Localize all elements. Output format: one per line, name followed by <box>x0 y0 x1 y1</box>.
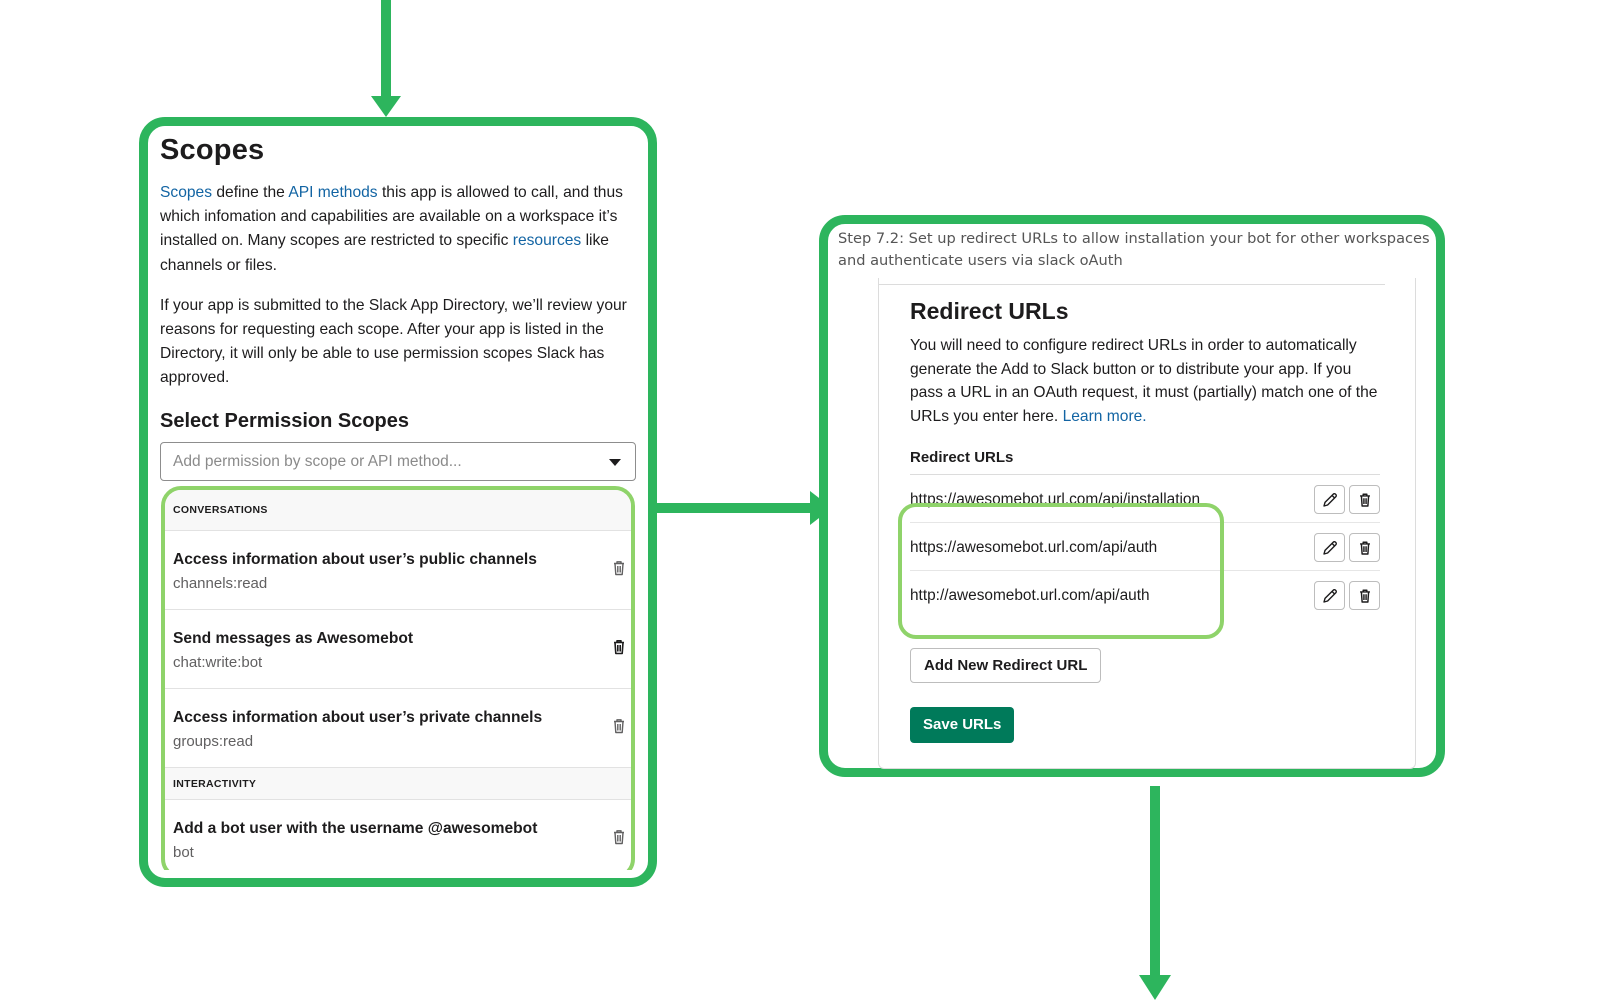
scopes-panel-highlight: Scopes Scopes define the API methods thi… <box>139 117 657 887</box>
intro-text-1: define the <box>212 184 289 201</box>
delete-url-button[interactable] <box>1349 533 1380 563</box>
scopes-panel: Scopes Scopes define the API methods thi… <box>160 134 636 870</box>
scopes-title: Scopes <box>160 134 265 166</box>
trash-icon <box>1359 589 1370 603</box>
review-note: If your app is submitted to the Slack Ap… <box>160 296 627 387</box>
card-divider <box>879 284 1385 285</box>
trash-icon <box>1359 541 1370 555</box>
redirect-url-row: https://awesomebot.url.com/api/installat… <box>910 475 1380 524</box>
pencil-icon <box>1322 540 1337 555</box>
permission-scope-select[interactable]: Add permission by scope or API method... <box>160 441 636 481</box>
trash-icon[interactable] <box>609 637 629 657</box>
resources-link[interactable]: resources <box>513 232 581 249</box>
permission-scope-placeholder: Add permission by scope or API method... <box>173 452 462 470</box>
trash-icon[interactable] <box>609 558 629 578</box>
scope-description: Access information about user’s private … <box>173 709 543 726</box>
add-redirect-url-button[interactable]: Add New Redirect URL <box>910 648 1102 683</box>
pencil-icon <box>1322 492 1337 507</box>
step-note: Step 7.2: Set up redirect URLs to allow … <box>838 230 1430 269</box>
scope-row: Send messages as Awesomebot chat:write:b… <box>165 610 631 689</box>
api-methods-link[interactable]: API methods <box>288 184 377 201</box>
section-heading-conversations: CONVERSATIONS <box>165 490 631 531</box>
edit-url-button[interactable] <box>1314 485 1345 515</box>
redirect-card: Redirect URLs You will need to configure… <box>878 278 1416 769</box>
arrow-into-scopes <box>371 0 401 117</box>
pencil-icon <box>1322 588 1337 603</box>
redirect-url: http://awesomebot.url.com/api/auth <box>910 587 1150 605</box>
edit-url-button[interactable] <box>1314 533 1345 563</box>
redirect-card-body: Redirect URLs You will need to configure… <box>898 298 1380 743</box>
trash-icon[interactable] <box>609 716 629 736</box>
redirect-urls-label: Redirect URLs <box>910 449 1380 476</box>
scopes-link[interactable]: Scopes <box>160 184 212 201</box>
scope-description: Access information about user’s public c… <box>173 551 537 568</box>
redirect-url: https://awesomebot.url.com/api/installat… <box>910 491 1201 509</box>
select-permission-scopes-heading: Select Permission Scopes <box>160 409 410 432</box>
redirect-url-row: https://awesomebot.url.com/api/auth <box>910 523 1380 572</box>
redirect-url: https://awesomebot.url.com/api/auth <box>910 539 1158 557</box>
delete-url-button[interactable] <box>1349 485 1380 515</box>
scope-name: channels:read <box>173 575 268 592</box>
redirect-url-row: http://awesomebot.url.com/api/auth <box>910 571 1380 619</box>
scope-description: Add a bot user with the username @awesom… <box>173 820 538 837</box>
learn-more-link[interactable]: Learn more. <box>1063 408 1147 425</box>
section-heading-interactivity: INTERACTIVITY <box>165 768 631 800</box>
redirect-panel-highlight: Step 7.2: Set up redirect URLs to allow … <box>819 215 1445 777</box>
scope-row: Access information about user’s private … <box>165 689 631 768</box>
scope-row: Access information about user’s public c… <box>165 531 631 610</box>
delete-url-button[interactable] <box>1349 581 1380 611</box>
scope-name: chat:write:bot <box>173 654 263 671</box>
edit-url-button[interactable] <box>1314 581 1345 611</box>
scope-row: Add a bot user with the username @awesom… <box>165 800 631 870</box>
scope-name: bot <box>173 844 194 861</box>
trash-icon[interactable] <box>609 827 629 847</box>
chevron-down-icon <box>609 458 621 466</box>
scope-description: Send messages as Awesomebot <box>173 630 414 647</box>
save-urls-button[interactable]: Save URLs <box>910 707 1015 743</box>
arrow-out-of-redirect <box>1139 786 1171 1000</box>
arrow-scopes-to-redirect <box>657 491 832 525</box>
scope-list-highlight: CONVERSATIONS Access information about u… <box>161 486 635 870</box>
redirect-urls-title: Redirect URLs <box>910 298 1069 324</box>
redirect-description: You will need to configure redirect URLs… <box>910 334 1380 428</box>
trash-icon <box>1359 493 1370 507</box>
scope-name: groups:read <box>173 733 254 750</box>
scopes-intro: Scopes define the API methods this app i… <box>160 181 636 278</box>
